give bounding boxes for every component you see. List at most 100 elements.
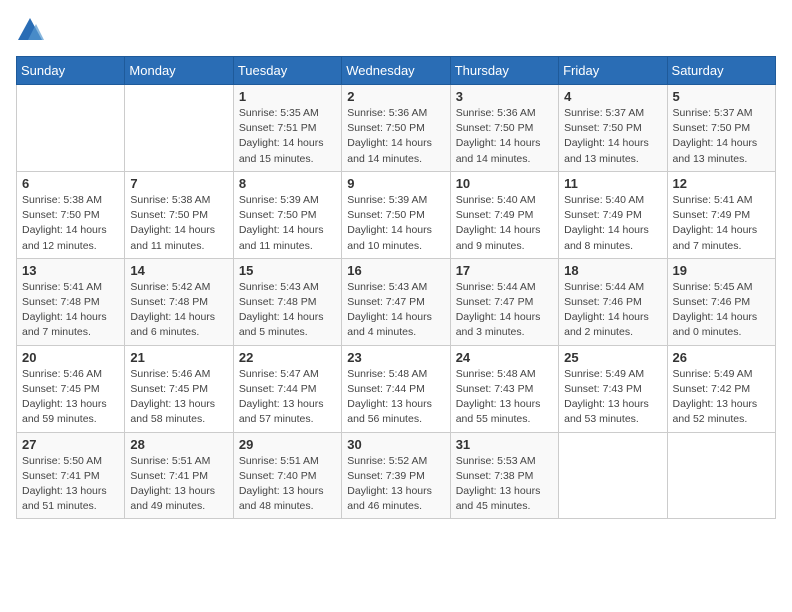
day-info: Sunrise: 5:51 AM Sunset: 7:41 PM Dayligh… <box>130 454 227 515</box>
day-number: 26 <box>673 350 770 365</box>
day-info: Sunrise: 5:49 AM Sunset: 7:43 PM Dayligh… <box>564 367 661 428</box>
day-info: Sunrise: 5:49 AM Sunset: 7:42 PM Dayligh… <box>673 367 770 428</box>
calendar-cell: 3 Sunrise: 5:36 AM Sunset: 7:50 PM Daylig… <box>450 85 558 172</box>
day-number: 25 <box>564 350 661 365</box>
day-info: Sunrise: 5:53 AM Sunset: 7:38 PM Dayligh… <box>456 454 553 515</box>
day-number: 1 <box>239 89 336 104</box>
day-number: 5 <box>673 89 770 104</box>
day-info: Sunrise: 5:41 AM Sunset: 7:49 PM Dayligh… <box>673 193 770 254</box>
week-row-5: 27 Sunrise: 5:50 AM Sunset: 7:41 PM Dayli… <box>17 432 776 519</box>
calendar-cell: 17 Sunrise: 5:44 AM Sunset: 7:47 PM Dayli… <box>450 258 558 345</box>
calendar-cell: 31Sunrise: 5:53 AM Sunset: 7:38 PM Dayli… <box>450 432 558 519</box>
day-info: Sunrise: 5:41 AM Sunset: 7:48 PM Dayligh… <box>22 280 119 341</box>
day-info: Sunrise: 5:40 AM Sunset: 7:49 PM Dayligh… <box>564 193 661 254</box>
week-row-1: 1 Sunrise: 5:35 AM Sunset: 7:51 PM Daylig… <box>17 85 776 172</box>
calendar-cell <box>125 85 233 172</box>
day-number: 14 <box>130 263 227 278</box>
day-number: 22 <box>239 350 336 365</box>
calendar-cell: 23 Sunrise: 5:48 AM Sunset: 7:44 PM Dayli… <box>342 345 450 432</box>
day-number: 27 <box>22 437 119 452</box>
calendar-cell: 14 Sunrise: 5:42 AM Sunset: 7:48 PM Dayli… <box>125 258 233 345</box>
calendar-cell: 13 Sunrise: 5:41 AM Sunset: 7:48 PM Dayli… <box>17 258 125 345</box>
day-number: 28 <box>130 437 227 452</box>
day-number: 4 <box>564 89 661 104</box>
calendar-cell: 20Sunrise: 5:46 AM Sunset: 7:45 PM Dayli… <box>17 345 125 432</box>
day-info: Sunrise: 5:43 AM Sunset: 7:47 PM Dayligh… <box>347 280 444 341</box>
day-info: Sunrise: 5:44 AM Sunset: 7:46 PM Dayligh… <box>564 280 661 341</box>
day-info: Sunrise: 5:42 AM Sunset: 7:48 PM Dayligh… <box>130 280 227 341</box>
calendar-cell: 30 Sunrise: 5:52 AM Sunset: 7:39 PM Dayli… <box>342 432 450 519</box>
calendar-table: SundayMondayTuesdayWednesdayThursdayFrid… <box>16 56 776 519</box>
day-info: Sunrise: 5:40 AM Sunset: 7:49 PM Dayligh… <box>456 193 553 254</box>
day-info: Sunrise: 5:44 AM Sunset: 7:47 PM Dayligh… <box>456 280 553 341</box>
calendar-cell: 9 Sunrise: 5:39 AM Sunset: 7:50 PM Daylig… <box>342 171 450 258</box>
day-number: 9 <box>347 176 444 191</box>
day-info: Sunrise: 5:45 AM Sunset: 7:46 PM Dayligh… <box>673 280 770 341</box>
calendar-cell: 4 Sunrise: 5:37 AM Sunset: 7:50 PM Daylig… <box>559 85 667 172</box>
logo-icon <box>16 16 44 44</box>
day-info: Sunrise: 5:38 AM Sunset: 7:50 PM Dayligh… <box>130 193 227 254</box>
calendar-header-row: SundayMondayTuesdayWednesdayThursdayFrid… <box>17 57 776 85</box>
calendar-cell: 6 Sunrise: 5:38 AM Sunset: 7:50 PM Daylig… <box>17 171 125 258</box>
day-number: 16 <box>347 263 444 278</box>
day-info: Sunrise: 5:37 AM Sunset: 7:50 PM Dayligh… <box>673 106 770 167</box>
calendar-cell <box>559 432 667 519</box>
day-header-wednesday: Wednesday <box>342 57 450 85</box>
calendar-cell: 2 Sunrise: 5:36 AM Sunset: 7:50 PM Daylig… <box>342 85 450 172</box>
day-info: Sunrise: 5:51 AM Sunset: 7:40 PM Dayligh… <box>239 454 336 515</box>
calendar-cell: 16 Sunrise: 5:43 AM Sunset: 7:47 PM Dayli… <box>342 258 450 345</box>
week-row-3: 13 Sunrise: 5:41 AM Sunset: 7:48 PM Dayli… <box>17 258 776 345</box>
day-info: Sunrise: 5:37 AM Sunset: 7:50 PM Dayligh… <box>564 106 661 167</box>
calendar-cell: 26 Sunrise: 5:49 AM Sunset: 7:42 PM Dayli… <box>667 345 775 432</box>
day-info: Sunrise: 5:52 AM Sunset: 7:39 PM Dayligh… <box>347 454 444 515</box>
week-row-4: 20Sunrise: 5:46 AM Sunset: 7:45 PM Dayli… <box>17 345 776 432</box>
day-number: 3 <box>456 89 553 104</box>
day-number: 2 <box>347 89 444 104</box>
page-header <box>16 16 776 44</box>
day-info: Sunrise: 5:48 AM Sunset: 7:43 PM Dayligh… <box>456 367 553 428</box>
calendar-cell: 12 Sunrise: 5:41 AM Sunset: 7:49 PM Dayli… <box>667 171 775 258</box>
day-number: 19 <box>673 263 770 278</box>
calendar-cell: 10 Sunrise: 5:40 AM Sunset: 7:49 PM Dayli… <box>450 171 558 258</box>
day-number: 29 <box>239 437 336 452</box>
day-number: 20 <box>22 350 119 365</box>
day-info: Sunrise: 5:39 AM Sunset: 7:50 PM Dayligh… <box>347 193 444 254</box>
day-header-thursday: Thursday <box>450 57 558 85</box>
calendar-cell: 29 Sunrise: 5:51 AM Sunset: 7:40 PM Dayli… <box>233 432 341 519</box>
day-number: 12 <box>673 176 770 191</box>
calendar-cell: 18 Sunrise: 5:44 AM Sunset: 7:46 PM Dayli… <box>559 258 667 345</box>
day-number: 23 <box>347 350 444 365</box>
calendar-cell: 28 Sunrise: 5:51 AM Sunset: 7:41 PM Dayli… <box>125 432 233 519</box>
day-header-tuesday: Tuesday <box>233 57 341 85</box>
calendar-cell: 24 Sunrise: 5:48 AM Sunset: 7:43 PM Dayli… <box>450 345 558 432</box>
day-number: 30 <box>347 437 444 452</box>
day-number: 8 <box>239 176 336 191</box>
day-number: 18 <box>564 263 661 278</box>
day-number: 11 <box>564 176 661 191</box>
day-number: 13 <box>22 263 119 278</box>
day-header-saturday: Saturday <box>667 57 775 85</box>
calendar-cell: 11 Sunrise: 5:40 AM Sunset: 7:49 PM Dayli… <box>559 171 667 258</box>
calendar-cell: 15Sunrise: 5:43 AM Sunset: 7:48 PM Dayli… <box>233 258 341 345</box>
calendar-cell: 8 Sunrise: 5:39 AM Sunset: 7:50 PM Daylig… <box>233 171 341 258</box>
day-number: 15 <box>239 263 336 278</box>
day-number: 7 <box>130 176 227 191</box>
day-info: Sunrise: 5:39 AM Sunset: 7:50 PM Dayligh… <box>239 193 336 254</box>
day-info: Sunrise: 5:38 AM Sunset: 7:50 PM Dayligh… <box>22 193 119 254</box>
day-info: Sunrise: 5:35 AM Sunset: 7:51 PM Dayligh… <box>239 106 336 167</box>
day-header-monday: Monday <box>125 57 233 85</box>
day-info: Sunrise: 5:50 AM Sunset: 7:41 PM Dayligh… <box>22 454 119 515</box>
day-info: Sunrise: 5:48 AM Sunset: 7:44 PM Dayligh… <box>347 367 444 428</box>
calendar-cell: 5 Sunrise: 5:37 AM Sunset: 7:50 PM Daylig… <box>667 85 775 172</box>
calendar-cell: 1 Sunrise: 5:35 AM Sunset: 7:51 PM Daylig… <box>233 85 341 172</box>
calendar-cell: 25 Sunrise: 5:49 AM Sunset: 7:43 PM Dayli… <box>559 345 667 432</box>
day-number: 24 <box>456 350 553 365</box>
logo <box>16 16 48 44</box>
day-info: Sunrise: 5:36 AM Sunset: 7:50 PM Dayligh… <box>456 106 553 167</box>
day-header-friday: Friday <box>559 57 667 85</box>
day-number: 6 <box>22 176 119 191</box>
day-info: Sunrise: 5:36 AM Sunset: 7:50 PM Dayligh… <box>347 106 444 167</box>
calendar-cell <box>667 432 775 519</box>
day-number: 17 <box>456 263 553 278</box>
day-number: 10 <box>456 176 553 191</box>
